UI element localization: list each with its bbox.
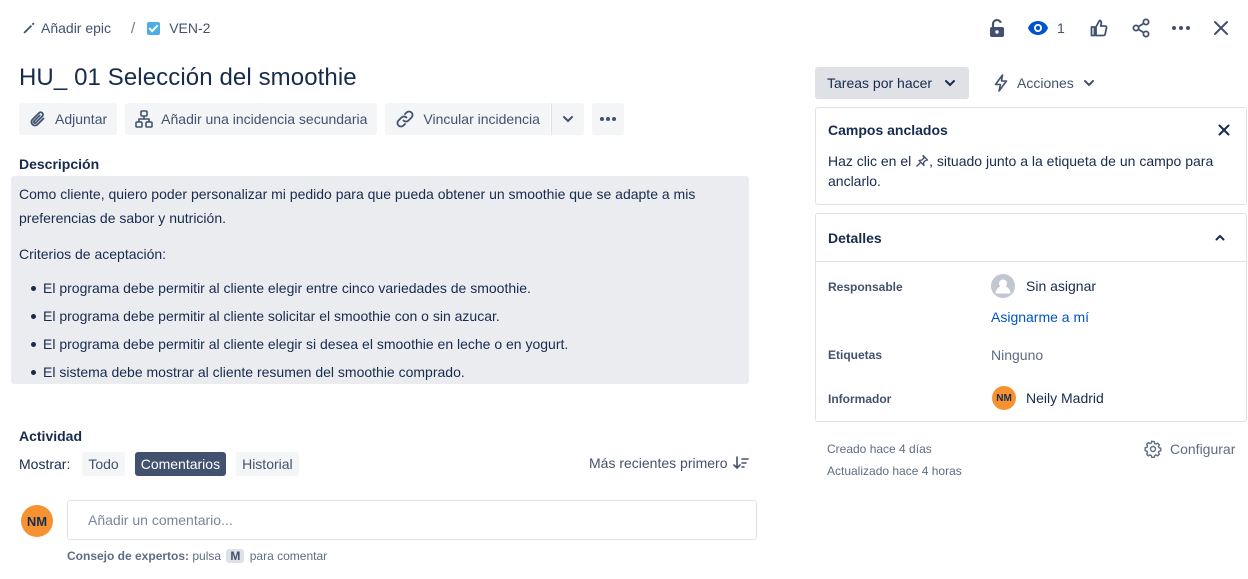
comment-tip: Consejo de expertos: pulsa M para coment… [67,549,327,563]
add-subtask-label: Añadir una incidencia secundaria [161,111,368,127]
close-icon [1213,21,1228,35]
actions-label: Acciones [1017,75,1074,91]
chevron-down-icon [945,80,955,87]
list-item: El programa debe permitir al cliente ele… [19,274,741,302]
activity-filter: Mostrar: Todo Comentarios Historial [19,452,299,476]
more-horizontal-icon [599,117,616,121]
comment-placeholder: Añadir un comentario... [88,512,233,528]
assign-to-me-link[interactable]: Asignarme a mí [991,309,1089,325]
filter-history[interactable]: Historial [236,452,299,476]
sort-descending-icon [732,456,749,470]
link-issue-label: Vincular incidencia [423,111,540,127]
watch-count: 1 [1057,20,1065,36]
chevron-down-icon [562,116,573,123]
description-intro: Como cliente, quiero poder personalizar … [19,186,696,226]
breadcrumb-separator: / [131,19,136,37]
chevron-down-icon [1083,80,1094,87]
status-label: Tareas por hacer [827,75,933,91]
list-item: El programa debe permitir al cliente ele… [19,330,741,358]
criteria-list: El programa debe permitir al cliente ele… [19,274,741,386]
tip-mid: pulsa [192,549,222,563]
hierarchy-icon [135,110,153,128]
eye-icon [1028,21,1048,35]
paperclip-icon [30,111,45,127]
thumbs-up-icon [1090,19,1108,37]
pin-icon [916,154,929,167]
list-item: El sistema debe mostrar al cliente resum… [19,358,741,386]
sort-button[interactable]: Más recientes primero [589,455,749,471]
issue-key-link[interactable]: VEN-2 [147,20,210,36]
assignee-value: Sin asignar [1026,278,1097,294]
avatar: NM [21,505,53,537]
more-actions-button[interactable] [591,103,624,135]
share-button[interactable] [1125,12,1157,44]
labels-value[interactable]: Ninguno [991,347,1043,363]
configure-button[interactable]: Configurar [1144,440,1235,458]
close-button[interactable] [1205,12,1237,44]
description-content[interactable]: Como cliente, quiero poder personalizar … [11,176,749,384]
actions-dropdown[interactable]: Acciones [985,67,1104,99]
gear-icon [1144,440,1162,458]
task-type-icon [147,21,161,35]
chevron-up-icon [1215,234,1225,240]
tip-prefix: Consejo de expertos: [67,549,190,563]
issue-toolbar: 1 [981,12,1237,44]
activity-heading: Actividad [19,428,83,444]
reporter-field[interactable]: NM Neily Madrid [992,386,1104,410]
tip-suffix: para comentar [249,549,328,563]
details-header[interactable]: Detalles [816,214,1246,262]
pinned-fields-card: Campos anclados Haz clic en el , situado… [815,107,1247,205]
link-issue-button[interactable]: Vincular incidencia [385,103,550,135]
avatar: NM [992,386,1016,410]
issue-key: VEN-2 [169,20,211,36]
description-heading: Descripción [19,156,100,172]
criteria-heading: Criterios de aceptación: [19,246,167,262]
pinned-fields-text: Haz clic en el , situado junto a la etiq… [828,151,1234,191]
more-horizontal-icon [1171,26,1190,30]
assignee-label: Responsable [828,280,903,294]
details-card: Detalles Responsable Sin asignar Asignar… [815,213,1247,422]
reporter-label: Informador [828,392,892,406]
issue-title[interactable]: HU_ 01 Selección del smoothie [19,64,357,92]
link-issue-dropdown[interactable] [550,103,584,135]
pinned-fields-title: Campos anclados [828,122,948,138]
add-epic-label: Añadir epic [41,20,112,36]
reporter-name: Neily Madrid [1026,390,1104,406]
lock-button[interactable] [981,12,1013,44]
breadcrumb: Añadir epic / VEN-2 [22,16,210,40]
status-dropdown[interactable]: Tareas por hacer [815,67,969,99]
unlock-icon [990,18,1004,37]
filter-all[interactable]: Todo [82,452,125,476]
sort-label: Más recientes primero [589,455,728,471]
add-epic-link[interactable]: Añadir epic [22,20,111,36]
attach-label: Adjuntar [55,111,108,127]
more-options-button[interactable] [1165,12,1197,44]
keyboard-shortcut: M [226,549,245,563]
vote-button[interactable] [1083,12,1115,44]
pencil-icon [23,22,35,34]
configure-label: Configurar [1170,441,1236,457]
details-title: Detalles [828,229,882,246]
lightning-icon [994,74,1008,92]
list-item: El programa debe permitir al cliente sol… [19,302,741,330]
labels-label: Etiquetas [828,348,883,362]
filter-comments[interactable]: Comentarios [134,452,227,476]
pinned-text-before: Haz clic en el [828,153,912,169]
share-icon [1132,18,1150,38]
show-label: Mostrar: [19,456,71,472]
watch-button[interactable]: 1 [1027,20,1065,36]
comment-input[interactable]: Añadir un comentario... [67,500,757,540]
assignee-field[interactable]: Sin asignar [991,274,1096,298]
created-timestamp: Creado hace 4 días [827,442,932,456]
attach-button[interactable]: Adjuntar [19,103,118,135]
add-subtask-button[interactable]: Añadir una incidencia secundaria [125,103,378,135]
link-icon [396,110,414,128]
issue-actions: Adjuntar Añadir una incidencia secundari… [19,103,624,135]
updated-timestamp: Actualizado hace 4 horas [827,464,962,478]
close-icon[interactable] [1218,124,1230,136]
unassigned-avatar-icon [991,274,1015,298]
